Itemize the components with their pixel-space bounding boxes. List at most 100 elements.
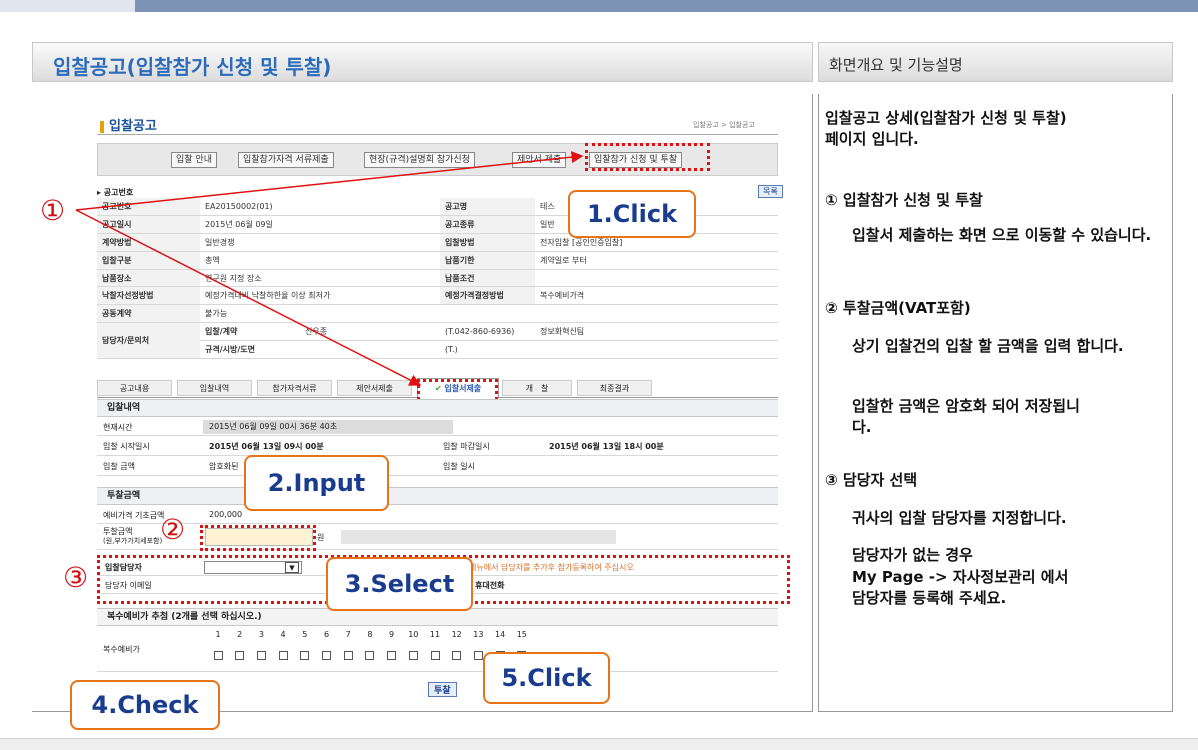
multi-price-option: 10 (404, 630, 422, 662)
info-key: 공고종류 (440, 215, 535, 235)
multi-price-checkbox[interactable] (343, 651, 353, 660)
price-korean-display (341, 530, 616, 544)
info-value: 복수예비가격 (535, 286, 778, 306)
description-text-2b: 입찰한 금액은 암호화 되어 저장됩니다. (852, 397, 1080, 436)
tab-qualification-docs[interactable]: 입찰참가자격 서류제출 (238, 152, 334, 168)
callout-click-1: 1.Click (568, 190, 696, 238)
info-key: 공고명 (440, 198, 535, 217)
subtab-notice[interactable]: 공고내용 (97, 380, 172, 396)
info-value: 불가능 (200, 304, 440, 324)
multi-price-checkbox[interactable] (213, 651, 223, 660)
callout-click-5: 5.Click (483, 652, 610, 704)
multi-price-checkbox[interactable] (235, 651, 245, 660)
info-key: 계약방법 (97, 233, 200, 252)
top-accent-bar (0, 0, 1198, 12)
info-value: (T.042-860-6936) (440, 322, 535, 341)
info-value: 총액 (200, 251, 440, 270)
tab-proposal-submit[interactable]: 제안서 제출 (512, 152, 567, 168)
subtab-bid-detail[interactable]: 입찰내역 (177, 380, 252, 396)
callout-check: 4.Check (70, 680, 220, 730)
info-value: 2015년 06월 09일 (200, 215, 440, 235)
multi-price-number: 12 (451, 630, 462, 639)
multi-price-number: 9 (389, 630, 395, 639)
info-value: EA20150002(01) (200, 198, 440, 217)
info-key: 공고번호 (97, 198, 200, 217)
description-heading-1: ① 입찰참가 신청 및 투찰 (825, 191, 983, 209)
tab-bid-guide[interactable]: 입찰 안내 (171, 152, 217, 168)
multi-price-number: 13 (473, 630, 484, 639)
description-text-3b-1: 담당자가 없는 경우 (852, 546, 973, 564)
list-button[interactable]: 목록 (758, 185, 783, 198)
subtab-proposal[interactable]: 제안서제출 (337, 380, 412, 396)
multi-price-checkbox[interactable] (408, 651, 418, 660)
multi-price-number: 11 (429, 630, 441, 639)
marker-3: ③ (63, 561, 89, 594)
highlight-price-input (200, 525, 316, 551)
current-time-value: 2015년 06월 09일 00시 36분 40초 (203, 420, 453, 434)
info-key: 예정가격결정방법 (440, 286, 535, 306)
description-text-1: 입찰서 제출하는 화면 으로 이동할 수 있습니다. (852, 226, 1152, 244)
info-key: 담당자/문의처 (97, 322, 200, 359)
tab-site-briefing[interactable]: 현장(규격)설명회 참가신청 (364, 152, 475, 168)
multi-price-option: 2 (231, 630, 249, 662)
multi-price-option: 3 (252, 630, 270, 662)
multi-price-number: 7 (345, 630, 351, 639)
bid-detail-header: 입찰내역 (97, 399, 778, 417)
description-heading-2: ② 투찰금액(VAT포함) (825, 299, 971, 317)
multi-price-option: 11 (426, 630, 444, 662)
info-key: 납품조건 (440, 269, 535, 288)
multi-price-number: 6 (323, 630, 330, 639)
multi-price-checkbox[interactable] (256, 651, 266, 660)
spec-cell: 규격/시방/도면 (200, 340, 440, 359)
info-key: 납품기한 (440, 251, 535, 270)
info-key: 공고일시 (97, 215, 200, 235)
bid-price-header: 투찰금액 (97, 487, 778, 505)
multi-price-checkbox[interactable] (387, 651, 397, 660)
notice-number-section: ▸ 공고번호 (97, 188, 134, 197)
description-text-3a: 귀사의 입찰 담당자를 지정합니다. (852, 509, 1067, 527)
subtab-qualification[interactable]: 참가자격서류 (257, 380, 332, 396)
submit-bid-button[interactable]: 투찰 (428, 682, 457, 697)
description-title-bar: 화면개요 및 기능설명 (818, 42, 1173, 82)
multi-price-checkbox[interactable] (278, 651, 288, 660)
contact-cell: 입찰/계약 신우종 (200, 322, 440, 341)
callout-select: 3.Select (326, 557, 473, 611)
divider (97, 134, 778, 135)
subtab-opening[interactable]: 개 찰 (502, 380, 572, 396)
multi-price-checkbox[interactable] (452, 651, 462, 660)
marker-1: ① (40, 194, 66, 227)
info-value: (T.) (440, 340, 535, 359)
callout-input: 2.Input (244, 455, 389, 511)
multi-price-number: 4 (280, 630, 286, 639)
info-value (535, 269, 778, 288)
shot-breadcrumb: 입찰공고 > 입찰공고 (693, 121, 755, 129)
current-time-row: 현재시간 2015년 06월 09일 00시 36분 40초 (97, 418, 778, 436)
subtab-final-result[interactable]: 최종결과 (577, 380, 652, 396)
multi-price-checkbox[interactable] (365, 651, 375, 660)
multi-price-checkbox[interactable] (322, 651, 331, 660)
page-title-bar: 입찰공고(입찰참가 신청 및 투찰) (32, 42, 813, 82)
description-text-2a: 상기 입찰건의 입찰 할 금액을 입력 합니다. (852, 337, 1124, 355)
info-key: 공동계약 (97, 304, 200, 324)
multi-price-option: 8 (361, 630, 379, 662)
multi-price-number: 10 (408, 630, 419, 639)
multi-price-option: 9 (383, 630, 401, 662)
multi-price-number: 2 (237, 630, 243, 639)
base-price-row: 예비가격 기초금액 200,000 (97, 506, 778, 524)
description-text-3b-3: 담당자를 등록해 주세요. (852, 589, 1007, 607)
info-key: 낙찰자선정방법 (97, 286, 200, 306)
description-intro: 입찰공고 상세(입찰참가 신청 및 투찰) 페이지 입니다. (825, 109, 1067, 148)
multi-price-checkbox[interactable] (473, 651, 483, 660)
info-value: 정보화혁신팀 (535, 322, 778, 341)
multi-price-checkbox[interactable] (430, 651, 440, 660)
page-title: 입찰공고(입찰참가 신청 및 투찰) (53, 55, 332, 79)
multi-price-option: 1 (209, 630, 227, 662)
bid-period-row: 입찰 시작일시 2015년 06월 13일 09시 00분 입찰 마감일시 20… (97, 436, 778, 456)
info-key: 입찰방법 (440, 233, 535, 252)
info-key: 납품장소 (97, 269, 200, 288)
multi-price-checkbox[interactable] (300, 651, 310, 660)
multi-price-option: 6 (318, 630, 336, 662)
info-key: 입찰구분 (97, 251, 200, 270)
highlight-bid-tab (585, 143, 710, 171)
multi-price-option: 5 (296, 630, 314, 662)
